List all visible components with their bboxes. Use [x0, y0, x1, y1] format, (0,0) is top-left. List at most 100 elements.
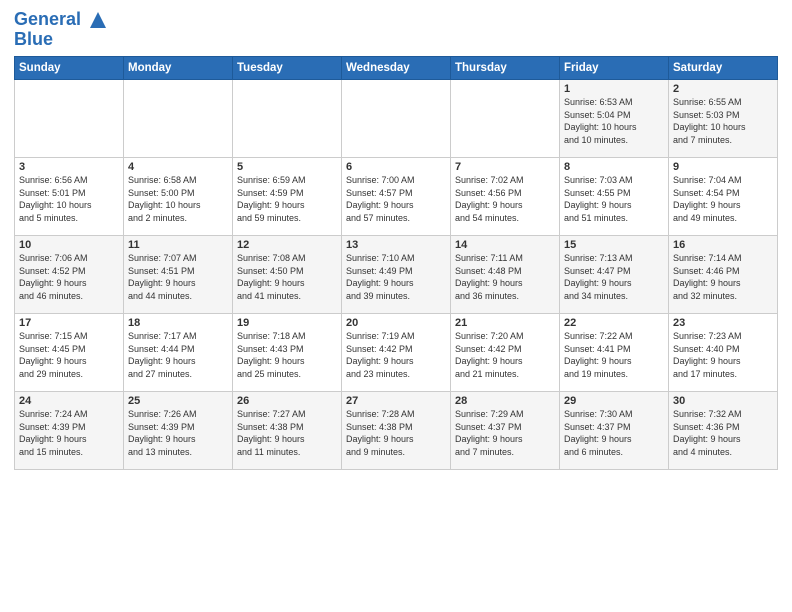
- calendar-cell: 2Sunrise: 6:55 AM Sunset: 5:03 PM Daylig…: [669, 80, 778, 158]
- day-number: 27: [346, 395, 446, 407]
- week-row-4: 17Sunrise: 7:15 AM Sunset: 4:45 PM Dayli…: [15, 314, 778, 392]
- weekday-header-friday: Friday: [560, 57, 669, 80]
- day-info: Sunrise: 7:27 AM Sunset: 4:38 PM Dayligh…: [237, 408, 337, 458]
- logo-blue: Blue: [14, 30, 110, 50]
- weekday-header-sunday: Sunday: [15, 57, 124, 80]
- day-number: 17: [19, 317, 119, 329]
- calendar-cell: 9Sunrise: 7:04 AM Sunset: 4:54 PM Daylig…: [669, 158, 778, 236]
- day-number: 7: [455, 161, 555, 173]
- week-row-5: 24Sunrise: 7:24 AM Sunset: 4:39 PM Dayli…: [15, 392, 778, 470]
- day-number: 12: [237, 239, 337, 251]
- day-info: Sunrise: 7:22 AM Sunset: 4:41 PM Dayligh…: [564, 330, 664, 380]
- calendar-cell: 24Sunrise: 7:24 AM Sunset: 4:39 PM Dayli…: [15, 392, 124, 470]
- day-info: Sunrise: 7:11 AM Sunset: 4:48 PM Dayligh…: [455, 252, 555, 302]
- day-info: Sunrise: 7:08 AM Sunset: 4:50 PM Dayligh…: [237, 252, 337, 302]
- day-number: 11: [128, 239, 228, 251]
- calendar-cell: 7Sunrise: 7:02 AM Sunset: 4:56 PM Daylig…: [451, 158, 560, 236]
- calendar-cell: 27Sunrise: 7:28 AM Sunset: 4:38 PM Dayli…: [342, 392, 451, 470]
- calendar-cell: 12Sunrise: 7:08 AM Sunset: 4:50 PM Dayli…: [233, 236, 342, 314]
- day-info: Sunrise: 7:14 AM Sunset: 4:46 PM Dayligh…: [673, 252, 773, 302]
- day-info: Sunrise: 7:02 AM Sunset: 4:56 PM Dayligh…: [455, 174, 555, 224]
- calendar-cell: [15, 80, 124, 158]
- day-info: Sunrise: 6:56 AM Sunset: 5:01 PM Dayligh…: [19, 174, 119, 224]
- calendar-cell: [124, 80, 233, 158]
- day-info: Sunrise: 7:32 AM Sunset: 4:36 PM Dayligh…: [673, 408, 773, 458]
- day-info: Sunrise: 7:24 AM Sunset: 4:39 PM Dayligh…: [19, 408, 119, 458]
- day-info: Sunrise: 7:19 AM Sunset: 4:42 PM Dayligh…: [346, 330, 446, 380]
- day-info: Sunrise: 6:58 AM Sunset: 5:00 PM Dayligh…: [128, 174, 228, 224]
- calendar-cell: 11Sunrise: 7:07 AM Sunset: 4:51 PM Dayli…: [124, 236, 233, 314]
- day-number: 16: [673, 239, 773, 251]
- day-number: 28: [455, 395, 555, 407]
- calendar-cell: 26Sunrise: 7:27 AM Sunset: 4:38 PM Dayli…: [233, 392, 342, 470]
- page: General Blue SundayMondayTuesdayWednesda…: [0, 0, 792, 612]
- calendar-cell: 22Sunrise: 7:22 AM Sunset: 4:41 PM Dayli…: [560, 314, 669, 392]
- week-row-1: 1Sunrise: 6:53 AM Sunset: 5:04 PM Daylig…: [15, 80, 778, 158]
- day-number: 24: [19, 395, 119, 407]
- calendar-cell: 17Sunrise: 7:15 AM Sunset: 4:45 PM Dayli…: [15, 314, 124, 392]
- weekday-header-monday: Monday: [124, 57, 233, 80]
- logo: General Blue: [14, 10, 110, 50]
- calendar-table: SundayMondayTuesdayWednesdayThursdayFrid…: [14, 56, 778, 470]
- day-number: 10: [19, 239, 119, 251]
- calendar-cell: 5Sunrise: 6:59 AM Sunset: 4:59 PM Daylig…: [233, 158, 342, 236]
- calendar-cell: 20Sunrise: 7:19 AM Sunset: 4:42 PM Dayli…: [342, 314, 451, 392]
- weekday-header-tuesday: Tuesday: [233, 57, 342, 80]
- day-number: 22: [564, 317, 664, 329]
- day-number: 3: [19, 161, 119, 173]
- calendar-cell: 25Sunrise: 7:26 AM Sunset: 4:39 PM Dayli…: [124, 392, 233, 470]
- day-info: Sunrise: 7:26 AM Sunset: 4:39 PM Dayligh…: [128, 408, 228, 458]
- day-info: Sunrise: 7:00 AM Sunset: 4:57 PM Dayligh…: [346, 174, 446, 224]
- day-number: 25: [128, 395, 228, 407]
- calendar-cell: 10Sunrise: 7:06 AM Sunset: 4:52 PM Dayli…: [15, 236, 124, 314]
- calendar-cell: 6Sunrise: 7:00 AM Sunset: 4:57 PM Daylig…: [342, 158, 451, 236]
- day-number: 26: [237, 395, 337, 407]
- day-number: 20: [346, 317, 446, 329]
- calendar-cell: 3Sunrise: 6:56 AM Sunset: 5:01 PM Daylig…: [15, 158, 124, 236]
- day-info: Sunrise: 7:15 AM Sunset: 4:45 PM Dayligh…: [19, 330, 119, 380]
- day-info: Sunrise: 7:06 AM Sunset: 4:52 PM Dayligh…: [19, 252, 119, 302]
- day-number: 8: [564, 161, 664, 173]
- calendar-cell: 1Sunrise: 6:53 AM Sunset: 5:04 PM Daylig…: [560, 80, 669, 158]
- calendar-cell: 4Sunrise: 6:58 AM Sunset: 5:00 PM Daylig…: [124, 158, 233, 236]
- day-info: Sunrise: 7:10 AM Sunset: 4:49 PM Dayligh…: [346, 252, 446, 302]
- day-info: Sunrise: 7:13 AM Sunset: 4:47 PM Dayligh…: [564, 252, 664, 302]
- day-info: Sunrise: 7:30 AM Sunset: 4:37 PM Dayligh…: [564, 408, 664, 458]
- day-number: 29: [564, 395, 664, 407]
- day-number: 13: [346, 239, 446, 251]
- day-number: 30: [673, 395, 773, 407]
- calendar-cell: 28Sunrise: 7:29 AM Sunset: 4:37 PM Dayli…: [451, 392, 560, 470]
- day-number: 9: [673, 161, 773, 173]
- header: General Blue: [14, 10, 778, 50]
- logo-icon: [88, 10, 108, 30]
- day-number: 2: [673, 83, 773, 95]
- day-info: Sunrise: 6:55 AM Sunset: 5:03 PM Dayligh…: [673, 96, 773, 146]
- day-info: Sunrise: 7:04 AM Sunset: 4:54 PM Dayligh…: [673, 174, 773, 224]
- logo-text: General: [14, 10, 110, 30]
- weekday-header-thursday: Thursday: [451, 57, 560, 80]
- day-info: Sunrise: 7:03 AM Sunset: 4:55 PM Dayligh…: [564, 174, 664, 224]
- day-info: Sunrise: 7:07 AM Sunset: 4:51 PM Dayligh…: [128, 252, 228, 302]
- calendar-cell: 8Sunrise: 7:03 AM Sunset: 4:55 PM Daylig…: [560, 158, 669, 236]
- day-number: 5: [237, 161, 337, 173]
- calendar-cell: 14Sunrise: 7:11 AM Sunset: 4:48 PM Dayli…: [451, 236, 560, 314]
- day-info: Sunrise: 7:23 AM Sunset: 4:40 PM Dayligh…: [673, 330, 773, 380]
- day-number: 21: [455, 317, 555, 329]
- day-number: 15: [564, 239, 664, 251]
- calendar-cell: 13Sunrise: 7:10 AM Sunset: 4:49 PM Dayli…: [342, 236, 451, 314]
- calendar-cell: 23Sunrise: 7:23 AM Sunset: 4:40 PM Dayli…: [669, 314, 778, 392]
- day-info: Sunrise: 7:29 AM Sunset: 4:37 PM Dayligh…: [455, 408, 555, 458]
- day-info: Sunrise: 6:53 AM Sunset: 5:04 PM Dayligh…: [564, 96, 664, 146]
- day-info: Sunrise: 6:59 AM Sunset: 4:59 PM Dayligh…: [237, 174, 337, 224]
- day-number: 1: [564, 83, 664, 95]
- day-number: 14: [455, 239, 555, 251]
- calendar-cell: 19Sunrise: 7:18 AM Sunset: 4:43 PM Dayli…: [233, 314, 342, 392]
- weekday-header-wednesday: Wednesday: [342, 57, 451, 80]
- calendar-cell: 16Sunrise: 7:14 AM Sunset: 4:46 PM Dayli…: [669, 236, 778, 314]
- calendar-cell: 30Sunrise: 7:32 AM Sunset: 4:36 PM Dayli…: [669, 392, 778, 470]
- day-info: Sunrise: 7:20 AM Sunset: 4:42 PM Dayligh…: [455, 330, 555, 380]
- day-number: 19: [237, 317, 337, 329]
- calendar-cell: 21Sunrise: 7:20 AM Sunset: 4:42 PM Dayli…: [451, 314, 560, 392]
- calendar-cell: 29Sunrise: 7:30 AM Sunset: 4:37 PM Dayli…: [560, 392, 669, 470]
- day-number: 4: [128, 161, 228, 173]
